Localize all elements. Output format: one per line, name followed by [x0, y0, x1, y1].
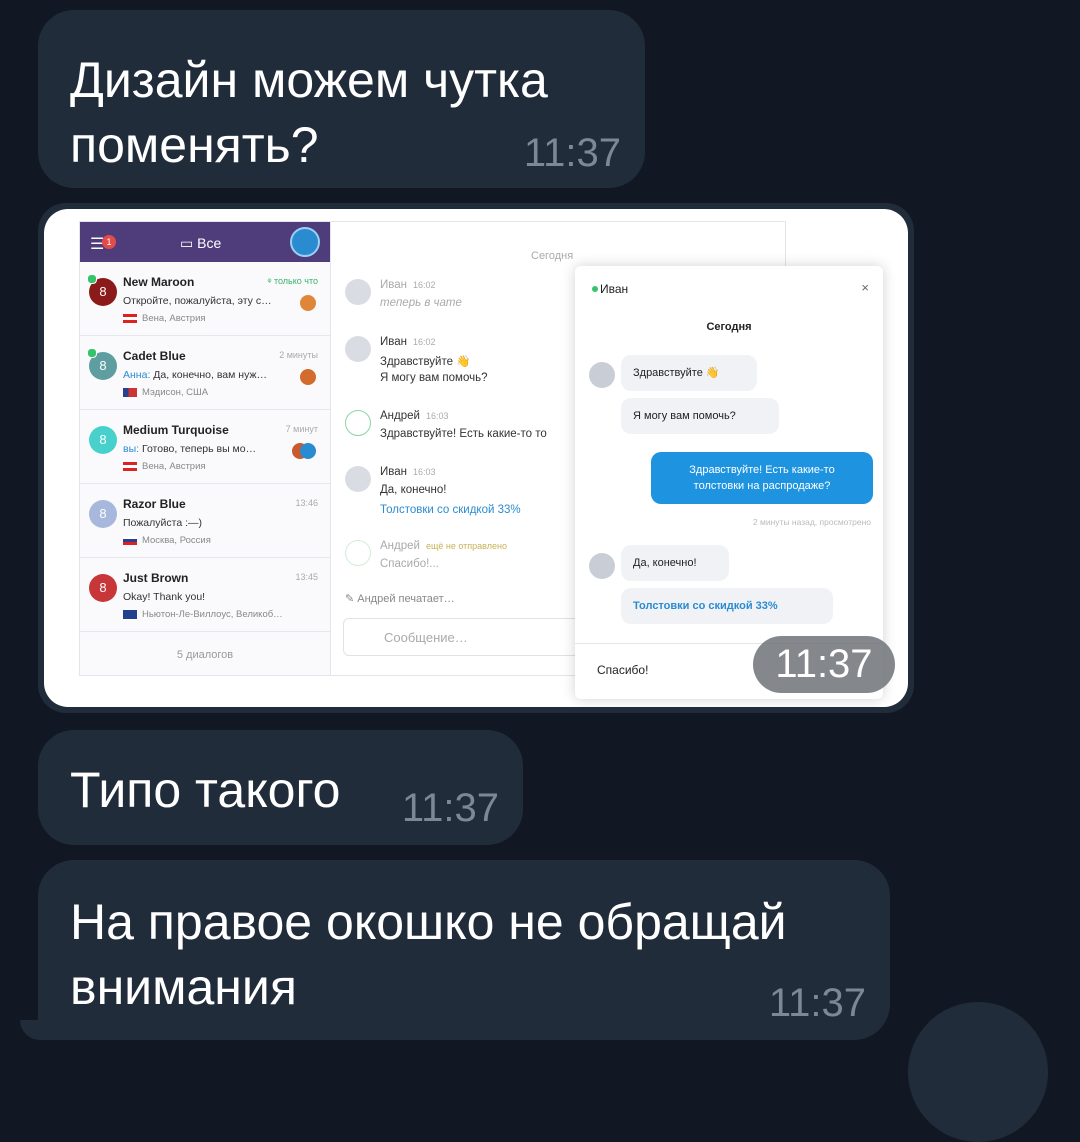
day-separator: Сегодня — [531, 250, 574, 262]
message-text: Дизайн можем чутка поменять? — [70, 52, 548, 173]
dialog-name: Razor Blue — [123, 497, 186, 511]
avatar — [290, 227, 320, 257]
typing-indicator: ✎ Андрей печатает… — [345, 593, 455, 605]
dialog-item: 8 Just Brown 13:45 Okay! Thank you! Ньют… — [80, 558, 330, 632]
dialog-name: Cadet Blue — [123, 349, 186, 363]
photo-time: 11:37 — [753, 636, 895, 693]
chat-widget: Иван × Сегодня Здравствуйте 👋 Я могу вам… — [575, 266, 883, 699]
widget-bubble: Здравствуйте! Есть какие-то толстовки на… — [651, 452, 873, 504]
message-bubble[interactable]: Дизайн можем чутка поменять? 11:37 — [38, 10, 645, 188]
message-author: Иван 16:02 — [380, 279, 436, 291]
avatar — [345, 540, 371, 566]
message-author: Иван 16:03 — [380, 466, 436, 478]
dialog-item: 8 Razor Blue 13:46 Пожалуйста :—) Москва… — [80, 484, 330, 558]
dialog-last-message: Анна: Да, конечно, вам нуж… — [123, 369, 267, 381]
widget-bubble: Да, конечно! — [621, 545, 729, 581]
online-indicator — [87, 348, 97, 358]
flag-icon — [123, 535, 137, 545]
dialog-name: New Maroon — [123, 275, 195, 289]
dialog-time: 13:45 — [295, 572, 318, 582]
seen-status: 2 минуты назад, просмотрено — [752, 517, 871, 527]
unread-badge: 1 — [102, 235, 116, 249]
dialog-location: Москва, Россия — [123, 535, 211, 546]
online-indicator — [592, 286, 598, 292]
dialog-item: 8 Cadet Blue 2 минуты Анна: Да, конечно,… — [80, 336, 330, 410]
message-time: 11:37 — [768, 981, 866, 1025]
message-line: теперь в чате — [380, 297, 462, 309]
avatar — [345, 466, 371, 492]
flag-icon — [123, 387, 137, 397]
message-line: Здравствуйте! Есть какие-то то — [380, 428, 547, 440]
avatar — [300, 295, 316, 311]
close-icon: × — [861, 280, 869, 295]
dialog-name: Medium Turquoise — [123, 423, 229, 437]
dialog-item: 8 Medium Turquoise 7 минут вы: Готово, т… — [80, 410, 330, 484]
message-bubble[interactable]: Типо такого 11:37 — [38, 730, 523, 845]
flag-icon — [123, 609, 137, 619]
widget-input-value: Спасибо! — [597, 663, 649, 677]
photo-image[interactable]: ☰ 1 ▭ Все 8 New Maroon ᵠ только что Откр… — [44, 209, 908, 707]
message-time: 11:37 — [401, 786, 499, 830]
online-indicator — [87, 274, 97, 284]
day-separator: Сегодня — [706, 321, 752, 333]
dialog-time: 7 минут — [285, 424, 318, 434]
avatar — [300, 369, 316, 385]
message-text: На правое окошко не обращай внимания — [70, 894, 787, 1015]
message-line: Да, конечно! — [380, 484, 447, 496]
inbox-title: ▭ Все — [180, 235, 222, 251]
message-author: Андрей ещё не отправлено — [380, 540, 507, 552]
dialog-time: 13:46 — [295, 498, 318, 508]
dialog-last-message: Okay! Thank you! — [123, 591, 206, 603]
avatar — [589, 362, 615, 388]
widget-link-bubble: Толстовки со скидкой 33% — [621, 588, 833, 624]
sidebar-header: ☰ 1 ▭ Все — [80, 222, 330, 262]
avatar — [345, 279, 371, 305]
dialog-location: Ньютон-Ле-Виллоус, Великоб… — [123, 609, 283, 620]
dialog-location: Вена, Австрия — [123, 461, 206, 472]
message-time: 11:37 — [523, 131, 621, 175]
flag-icon — [123, 461, 137, 471]
widget-bubble: Я могу вам помочь? — [621, 398, 779, 434]
dialog-time: ᵠ только что — [267, 276, 319, 286]
message-bubble[interactable]: На правое окошко не обращай внимания 11:… — [38, 860, 890, 1040]
scroll-down-button[interactable] — [908, 1002, 1048, 1142]
avatar: 8 — [89, 574, 117, 602]
dialog-item: 8 New Maroon ᵠ только что Откройте, пожа… — [80, 262, 330, 336]
message-author: Иван 16:02 — [380, 336, 436, 348]
sidebar: ☰ 1 ▭ Все 8 New Maroon ᵠ только что Откр… — [80, 222, 331, 675]
flag-icon — [123, 313, 137, 323]
dialog-last-message: Откройте, пожалуйста, эту с… — [123, 295, 272, 307]
message-author: Андрей 16:03 — [380, 410, 449, 422]
message-link: Толстовки со скидкой 33% — [380, 504, 521, 516]
dialog-time: 2 минуты — [279, 350, 318, 360]
widget-contact-name: Иван — [600, 282, 629, 296]
dialog-last-message: вы: Готово, теперь вы мо… — [123, 443, 257, 455]
avatar — [300, 443, 316, 459]
dialog-location: Мэдисон, США — [123, 387, 208, 398]
dialog-name: Just Brown — [123, 571, 189, 585]
avatar — [345, 336, 371, 362]
message-line: Здравствуйте 👋 — [380, 356, 471, 368]
avatar: 8 — [89, 426, 117, 454]
avatar — [589, 553, 615, 579]
message-line: Я могу вам помочь? — [380, 372, 488, 384]
widget-bubble: Здравствуйте 👋 — [621, 355, 757, 391]
photo-message[interactable]: ☰ 1 ▭ Все 8 New Maroon ᵠ только что Откр… — [38, 203, 914, 713]
avatar — [345, 410, 371, 436]
dialog-last-message: Пожалуйста :—) — [123, 517, 202, 529]
dialogs-count: 5 диалогов — [176, 649, 234, 661]
dialog-location: Вена, Австрия — [123, 313, 206, 324]
message-line: Спасибо!... — [380, 558, 439, 570]
message-text: Типо такого — [70, 762, 341, 818]
avatar: 8 — [89, 500, 117, 528]
